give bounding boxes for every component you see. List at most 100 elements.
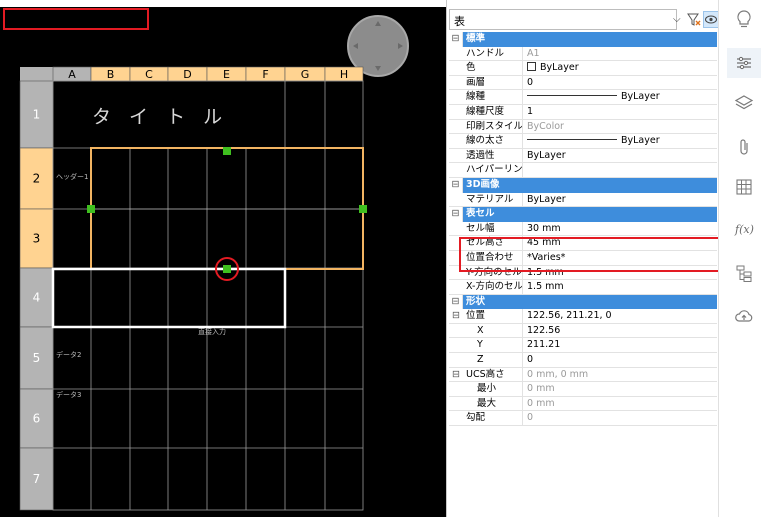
grip-handle[interactable] [223,265,231,273]
property-value[interactable]: 1.5 mm [523,280,717,294]
property-row[interactable]: 勾配 0 [449,411,717,427]
property-value[interactable]: 0 [523,353,717,367]
quick-select-filter-icon[interactable] [686,11,702,28]
collapse-icon[interactable]: ⊟ [449,368,463,382]
collapse-icon[interactable]: ⊟ [449,309,463,323]
row-header-label: 7 [33,472,41,486]
row-gutter [449,120,463,134]
property-value[interactable]: ByLayer [523,149,717,163]
property-row[interactable]: 線の太さ ByLayer [449,134,717,149]
property-row[interactable]: 透過性 ByLayer [449,148,717,164]
row-gutter [449,324,463,338]
property-value[interactable]: ByLayer [523,61,717,75]
property-value-text: 30 mm [527,222,561,234]
lightbulb-icon[interactable] [733,8,755,30]
property-value[interactable]: 1.5 mm [523,266,717,280]
property-row[interactable]: マテリアル ByLayer [449,192,717,208]
row-header-label: 4 [33,291,41,305]
row-gutter [449,280,463,294]
property-row[interactable]: Y-方向のセル間隔 1.5 mm [449,265,717,281]
property-grid: ⊟ 標準 ハンドル A1 色 ByLayer 画層 0 線種 ByLayer 線種尺度 1 印刷スタイル… [449,32,717,427]
property-row[interactable]: 線種 ByLayer [449,90,717,105]
property-row[interactable]: 画層 0 [449,75,717,91]
cloud-upload-icon[interactable] [733,305,755,327]
property-value[interactable]: 122.56, 211.21, 0 [523,309,717,323]
property-row[interactable]: ⊟ UCS高さ 0 mm, 0 mm [449,367,717,383]
property-row[interactable]: ハンドル A1 [449,46,717,62]
property-row[interactable]: 最大 0 mm [449,396,717,412]
section-geometry[interactable]: ⊟ 形状 [449,294,717,310]
property-row[interactable]: Y 211.21 [449,338,717,354]
property-row[interactable]: X 122.56 [449,323,717,339]
collapse-icon[interactable]: ⊟ [449,294,463,310]
toggle-pickadd-icon[interactable] [703,11,719,28]
row-gutter [449,236,463,250]
property-value[interactable] [523,163,717,177]
property-value[interactable]: 211.21 [523,338,717,352]
property-name: UCS高さ [463,367,523,382]
side-toolbar: f(x) [718,0,768,517]
collapse-icon[interactable]: ⊟ [449,207,463,222]
section-general[interactable]: ⊟ 標準 [449,32,717,47]
property-value[interactable]: ByLayer [523,134,717,148]
property-value-text: 122.56 [527,324,561,336]
property-value[interactable]: *Varies* [523,251,717,265]
property-value[interactable]: ByLayer [523,90,717,104]
property-value[interactable]: 122.56 [523,324,717,338]
row-gutter [449,76,463,90]
property-value[interactable]: 0 [523,76,717,90]
section-visual3d[interactable]: ⊟ 3D画像 [449,177,717,193]
property-value: 0 mm [523,397,717,411]
property-row[interactable]: ハイパーリンク [449,163,717,178]
collapse-icon[interactable]: ⊟ [449,177,463,193]
grid-icon[interactable] [733,176,755,198]
property-value[interactable]: ByLayer [523,193,717,207]
row-gutter [449,353,463,367]
property-row[interactable]: 最小 0 mm [449,382,717,397]
grip-handle[interactable] [223,147,231,155]
grip-handle[interactable] [359,205,367,213]
column-header-label: H [340,68,348,81]
property-row[interactable]: セル高さ 45 mm [449,236,717,251]
cell-selection-rect[interactable] [90,147,364,270]
formula-icon[interactable]: f(x) [733,218,755,240]
property-value[interactable]: 45 mm [523,236,717,250]
property-name: 画層 [463,75,523,90]
property-value-text: 122.56, 211.21, 0 [527,310,612,322]
section-table_cell[interactable]: ⊟ 表セル [449,207,717,222]
property-row[interactable]: セル幅 30 mm [449,221,717,237]
properties-icon[interactable] [727,48,761,78]
property-row[interactable]: Z0 [449,353,717,368]
hierarchy-icon[interactable] [733,262,755,284]
property-value[interactable]: 30 mm [523,222,717,236]
property-name: Y-方向のセル間隔 [463,265,523,280]
row-gutter [449,266,463,280]
property-value-text: ByLayer [621,135,660,147]
layers-icon[interactable] [733,92,755,114]
property-row[interactable]: 線種尺度 1 [449,104,717,120]
property-name: セル幅 [463,221,523,236]
property-name: 線種尺度 [463,104,523,119]
property-row[interactable]: ⊟ 位置 122.56, 211.21, 0 [449,309,717,324]
property-value[interactable]: 1 [523,105,717,119]
property-value-text: 1.5 mm [527,281,564,293]
grip-handle[interactable] [87,205,95,213]
column-header-label: E [223,68,230,81]
attach-icon[interactable] [733,136,755,158]
property-row[interactable]: 色 ByLayer [449,61,717,76]
property-row[interactable]: 印刷スタイル ByColor [449,119,717,135]
property-name: Z [463,353,523,367]
collapse-icon[interactable]: ⊟ [449,32,463,47]
header-cell-text: ヘッダー1 [56,172,88,181]
entity-type-select[interactable]: 表 [449,9,677,30]
drawing-viewport[interactable]: A B C D E F G H 1 2 3 4 5 6 7 タ イ ト ルヘッダー1 直接入力 データ2 データ3 [0,7,446,517]
property-row[interactable]: 位置合わせ *Varies* [449,250,717,266]
property-value-text: A1 [527,47,540,59]
table-drawing[interactable]: A B C D E F G H 1 2 3 4 5 6 7 タ イ ト ルヘッダー1 直接入力データ2 データ3 [0,7,446,517]
row-gutter [449,149,463,163]
chevron-down-icon[interactable]: ⌵ [673,14,681,25]
entity-selector[interactable]: 表 ⌵ [449,9,719,30]
active-cell-outline[interactable] [51,267,287,329]
data3-cell-text: データ3 [56,390,81,399]
property-row[interactable]: X-方向のセル間隔 1.5 mm [449,280,717,295]
